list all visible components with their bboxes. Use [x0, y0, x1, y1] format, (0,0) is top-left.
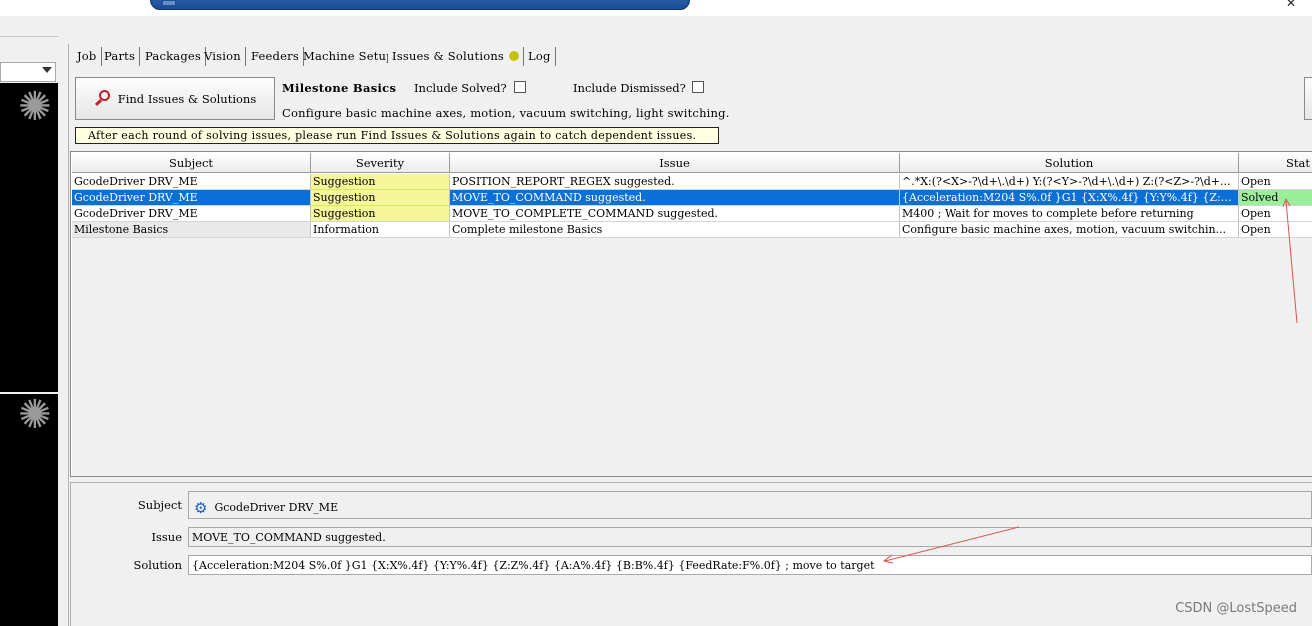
- tab-label: Log: [528, 49, 551, 63]
- gear-icon: ⚙: [194, 499, 208, 517]
- tab-label: Issues & Solutions: [392, 49, 505, 63]
- detail-solution-label: Solution: [133, 558, 182, 572]
- cell-issue: Complete milestone Basics: [450, 222, 900, 238]
- sun-icon: ✺: [18, 84, 52, 130]
- close-icon[interactable]: ✕: [1286, 0, 1296, 10]
- tab-label: Packages: [145, 49, 202, 63]
- include-dismissed-label: Include Dismissed?: [573, 81, 686, 95]
- watermark: CSDN @LostSpeed: [1175, 601, 1297, 616]
- column-header-status[interactable]: Stat: [1239, 153, 1312, 173]
- cell-subject: GcodeDriver DRV_ME: [72, 190, 311, 206]
- table-row[interactable]: GcodeDriver DRV_ME Suggestion POSITION_R…: [72, 174, 1312, 190]
- tab-label: Feeders: [251, 49, 299, 63]
- milestone-title: Milestone Basics: [282, 81, 397, 95]
- detail-issue-label: Issue: [151, 530, 182, 544]
- cell-solution: Configure basic machine axes, motion, va…: [900, 222, 1239, 238]
- tab-feeders[interactable]: Feeders: [247, 47, 304, 66]
- include-dismissed-checkbox[interactable]: [692, 81, 704, 93]
- tab-machine-setup[interactable]: Machine Setup: [299, 47, 399, 66]
- chevron-down-icon: [42, 67, 52, 73]
- milestone-description: Configure basic machine axes, motion, va…: [282, 106, 730, 120]
- detail-subject-value: GcodeDriver DRV_ME: [214, 501, 339, 514]
- tab-label: Vision: [204, 49, 241, 63]
- cell-subject: GcodeDriver DRV_ME: [72, 206, 311, 222]
- find-issues-button[interactable]: Find Issues & Solutions: [75, 77, 275, 120]
- sun-icon: ✺: [18, 392, 52, 438]
- cell-issue: MOVE_TO_COMPLETE_COMMAND suggested.: [450, 206, 900, 222]
- cell-solution: M400 ; Wait for moves to complete before…: [900, 206, 1239, 222]
- left-divider: [0, 36, 58, 37]
- cell-severity: Information: [311, 222, 450, 238]
- search-icon: [94, 89, 114, 109]
- cell-issue: POSITION_REPORT_REGEX suggested.: [450, 174, 900, 190]
- tab-label: Parts: [104, 49, 136, 63]
- cell-status: Open: [1239, 222, 1312, 238]
- include-solved-checkbox[interactable]: [514, 81, 526, 93]
- table-row[interactable]: Milestone Basics Information Complete mi…: [72, 222, 1312, 238]
- cell-subject: Milestone Basics: [72, 222, 311, 238]
- table-row[interactable]: GcodeDriver DRV_ME Suggestion MOVE_TO_CO…: [72, 206, 1312, 222]
- detail-solution-field[interactable]: {Acceleration:M204 S%.0f }G1 {X:X%.4f} {…: [188, 555, 1312, 575]
- hint-banner: After each round of solving issues, plea…: [75, 127, 719, 144]
- cell-solution: {Acceleration:M204 S%.0f }G1 {X:X%.4f} {…: [900, 190, 1239, 206]
- cell-status: Solved: [1239, 190, 1312, 206]
- detail-subject-label: Subject: [137, 498, 182, 512]
- toolbar-button[interactable]: [1304, 77, 1312, 120]
- camera-view[interactable]: ✺: [0, 394, 58, 626]
- status-dot-icon: [509, 51, 520, 61]
- tab-job[interactable]: Job: [73, 47, 102, 66]
- cell-severity: Suggestion: [311, 206, 450, 222]
- panel-border: [68, 44, 69, 626]
- find-issues-button-label: Find Issues & Solutions: [117, 91, 257, 106]
- tab-packages[interactable]: Packages: [141, 47, 207, 66]
- cell-subject: GcodeDriver DRV_ME: [72, 174, 311, 190]
- tab-parts[interactable]: Parts: [100, 47, 141, 66]
- detail-issue-field[interactable]: MOVE_TO_COMMAND suggested.: [188, 527, 1312, 547]
- camera-select[interactable]: [0, 62, 56, 82]
- column-header-severity[interactable]: Severity: [311, 153, 450, 173]
- window-title-bar[interactable]: [150, 0, 690, 10]
- tab-issues-solutions[interactable]: Issues & Solutions: [388, 47, 525, 66]
- table-row[interactable]: GcodeDriver DRV_ME Suggestion MOVE_TO_CO…: [72, 190, 1312, 206]
- column-header-subject[interactable]: Subject: [72, 153, 311, 173]
- cell-severity: Suggestion: [311, 190, 450, 206]
- include-solved-label: Include Solved?: [414, 81, 507, 95]
- cell-severity: Suggestion: [311, 174, 450, 190]
- cell-issue: MOVE_TO_COMMAND suggested.: [450, 190, 900, 206]
- cell-status: Open: [1239, 206, 1312, 222]
- tab-vision[interactable]: Vision: [200, 47, 246, 66]
- column-header-issue[interactable]: Issue: [450, 153, 900, 173]
- window-icon: [162, 0, 176, 6]
- detail-subject-field: ⚙ GcodeDriver DRV_ME: [188, 491, 1312, 519]
- table-empty-area: [72, 238, 1312, 476]
- cell-solution: ^.*X:(?<X>-?\d+\.\d+) Y:(?<Y>-?\d+\.\d+)…: [900, 174, 1239, 190]
- tab-label: Machine Setup: [303, 49, 394, 63]
- cell-status: Open: [1239, 174, 1312, 190]
- camera-view[interactable]: ✺: [0, 83, 58, 392]
- tab-label: Job: [77, 49, 97, 63]
- tab-log[interactable]: Log: [524, 47, 556, 66]
- column-header-solution[interactable]: Solution: [900, 153, 1239, 173]
